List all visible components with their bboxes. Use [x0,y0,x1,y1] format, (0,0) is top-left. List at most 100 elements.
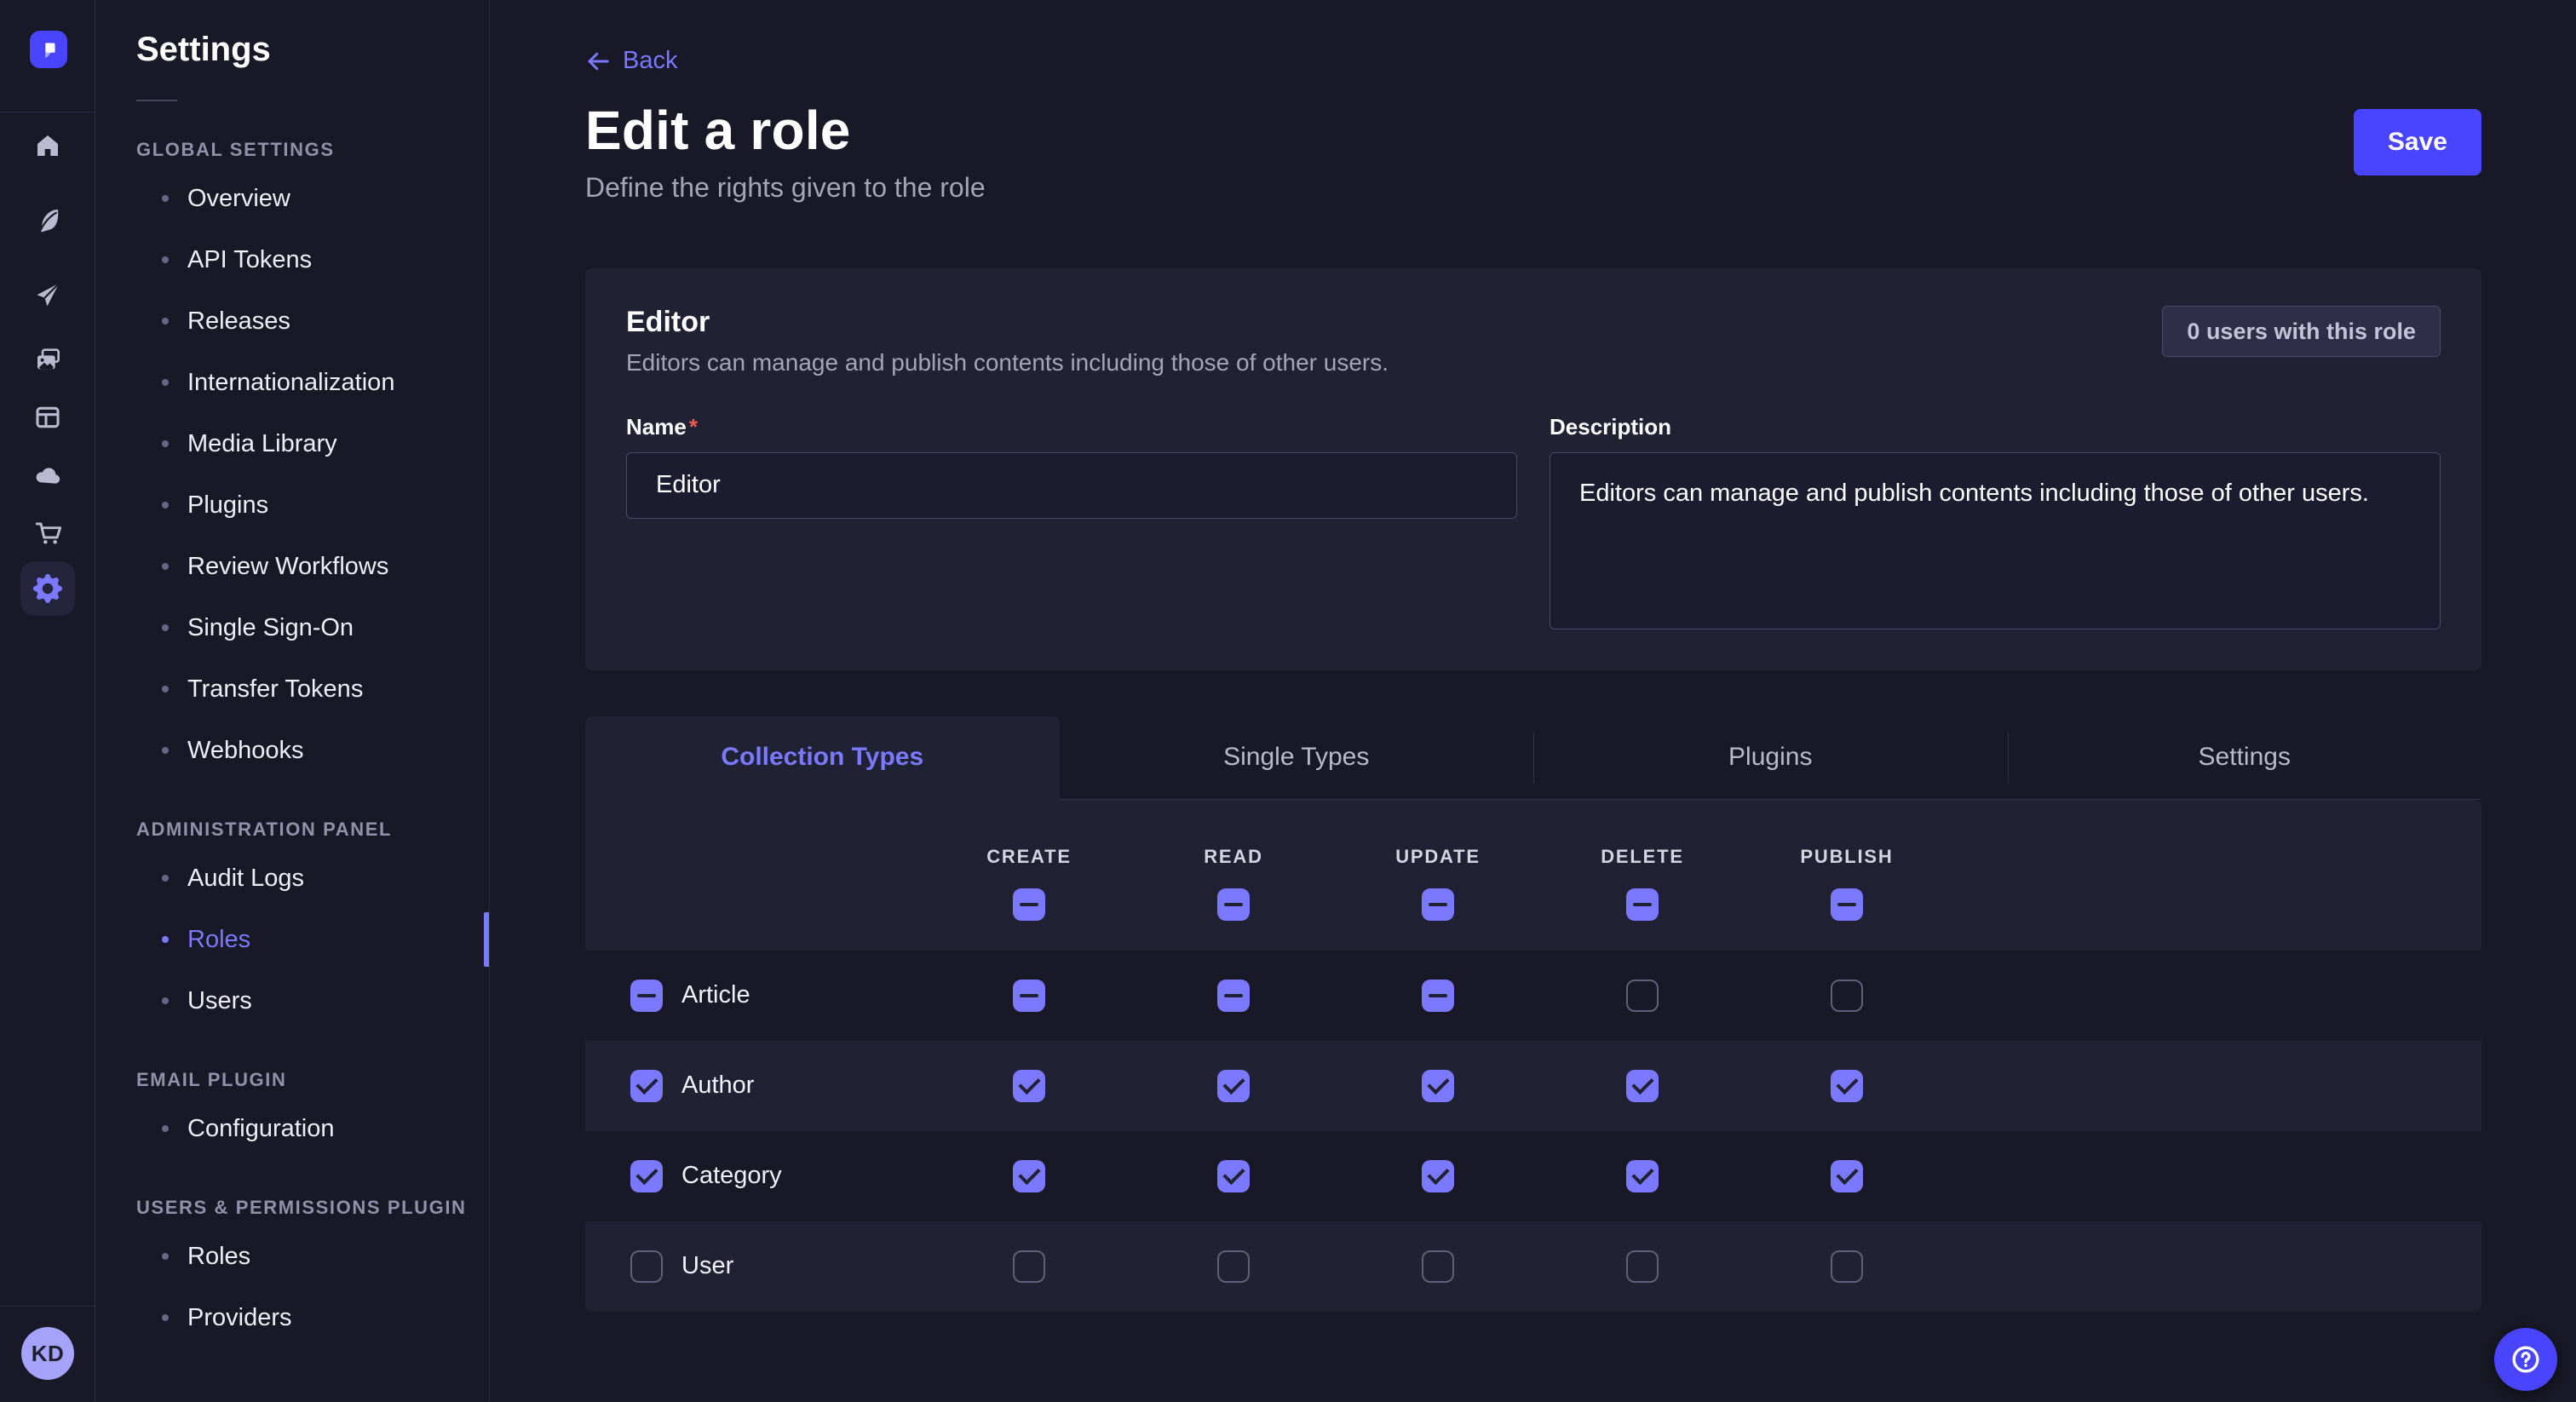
section-label-users-permissions-plugin: USERS & PERMISSIONS PLUGIN [136,1197,489,1219]
article-update-checkbox[interactable] [1422,980,1454,1012]
sidebar-item-roles-admin[interactable]: Roles [95,909,489,970]
back-arrow-icon [585,49,611,74]
strapi-logo[interactable] [30,31,67,68]
sidebar-item-single-sign-on[interactable]: Single Sign-On [95,597,489,658]
sidebar-item-label: API Tokens [187,246,312,274]
table-row-author: Author [585,1041,2481,1131]
settings-gear-icon[interactable] [20,561,75,616]
bullet-icon [162,997,169,1004]
description-field-label: Description [1550,414,1671,440]
table-row-category: Category [585,1131,2481,1221]
sidebar-item-label: Plugins [187,491,268,520]
article-publish-checkbox[interactable] [1831,980,1863,1012]
bullet-icon [162,379,169,386]
bullet-icon [162,502,169,509]
permissions-tabs: Collection Types Single Types Plugins Se… [585,716,2481,800]
back-link[interactable]: Back [585,47,677,75]
sidebar-item-internationalization[interactable]: Internationalization [95,352,489,413]
cloud-icon[interactable] [33,460,62,489]
user-publish-checkbox[interactable] [1831,1250,1863,1283]
category-publish-checkbox[interactable] [1831,1160,1863,1192]
row-select-checkbox[interactable] [630,980,663,1012]
help-button[interactable] [2494,1328,2557,1391]
users-with-role-badge[interactable]: 0 users with this role [2162,306,2441,357]
author-read-checkbox[interactable] [1217,1070,1250,1102]
category-create-checkbox[interactable] [1013,1160,1045,1192]
content-manager-feather-icon[interactable] [33,205,62,234]
sidebar-item-label: Webhooks [187,737,304,765]
article-create-checkbox[interactable] [1013,980,1045,1012]
home-icon[interactable] [33,131,62,160]
tab-single-types[interactable]: Single Types [1060,716,1534,800]
select-all-read-checkbox[interactable] [1217,888,1250,921]
sidebar-item-configuration[interactable]: Configuration [95,1098,489,1159]
role-description-text: Editors can manage and publish contents … [626,349,1389,376]
row-label: Category [681,1162,782,1190]
role-details-card: Editor Editors can manage and publish co… [585,268,2481,670]
user-update-checkbox[interactable] [1422,1250,1454,1283]
row-label: User [681,1252,733,1280]
sidebar-item-webhooks[interactable]: Webhooks [95,720,489,781]
select-all-publish-checkbox[interactable] [1831,888,1863,921]
column-label: UPDATE [1395,846,1481,868]
save-button[interactable]: Save [2354,109,2481,175]
column-publish: PUBLISH [1745,800,1949,951]
sidebar-item-providers[interactable]: Providers [95,1287,489,1348]
column-label: CREATE [986,846,1072,868]
settings-subnav: Settings GLOBAL SETTINGS Overview API To… [95,0,490,1402]
tab-collection-types[interactable]: Collection Types [585,716,1060,800]
media-library-icon[interactable] [33,345,62,374]
sidebar-item-audit-logs[interactable]: Audit Logs [95,848,489,909]
page-subtitle: Define the rights given to the role [585,172,986,204]
bullet-icon [162,875,169,882]
select-all-create-checkbox[interactable] [1013,888,1045,921]
column-read: READ [1131,800,1336,951]
sidebar-item-users[interactable]: Users [95,970,489,1031]
user-create-checkbox[interactable] [1013,1250,1045,1283]
app-root: KD Settings GLOBAL SETTINGS Overview API… [0,0,2576,1402]
table-row-user: User [585,1221,2481,1312]
author-delete-checkbox[interactable] [1626,1070,1659,1102]
sidebar-item-review-workflows[interactable]: Review Workflows [95,536,489,597]
send-plane-icon[interactable] [33,280,62,309]
user-delete-checkbox[interactable] [1626,1250,1659,1283]
select-all-delete-checkbox[interactable] [1626,888,1659,921]
sidebar-item-media-library[interactable]: Media Library [95,413,489,474]
article-read-checkbox[interactable] [1217,980,1250,1012]
sidebar-item-plugins[interactable]: Plugins [95,474,489,536]
role-head-text: Editor Editors can manage and publish co… [626,306,1389,376]
article-delete-checkbox[interactable] [1626,980,1659,1012]
sidebar-item-releases[interactable]: Releases [95,290,489,352]
sidebar-item-label: Users [187,987,252,1015]
main-nav-rail: KD [0,0,95,1402]
tab-plugins[interactable]: Plugins [1533,716,2008,800]
tab-settings[interactable]: Settings [2008,716,2482,800]
name-field-group: Name* [626,414,1517,629]
author-create-checkbox[interactable] [1013,1070,1045,1102]
select-all-update-checkbox[interactable] [1422,888,1454,921]
role-description-input[interactable]: Editors can manage and publish contents … [1550,452,2441,629]
category-delete-checkbox[interactable] [1626,1160,1659,1192]
category-read-checkbox[interactable] [1217,1160,1250,1192]
rail-divider [0,1306,95,1307]
bullet-icon [162,686,169,692]
sidebar-item-overview[interactable]: Overview [95,168,489,229]
author-update-checkbox[interactable] [1422,1070,1454,1102]
sidebar-item-roles-up[interactable]: Roles [95,1226,489,1287]
user-read-checkbox[interactable] [1217,1250,1250,1283]
sidebar-item-transfer-tokens[interactable]: Transfer Tokens [95,658,489,720]
marketplace-cart-icon[interactable] [33,518,62,547]
author-publish-checkbox[interactable] [1831,1070,1863,1102]
sidebar-item-api-tokens[interactable]: API Tokens [95,229,489,290]
bullet-icon [162,624,169,631]
content-type-builder-icon[interactable] [33,403,62,432]
sidebar-item-label: Roles [187,1243,250,1271]
row-select-checkbox[interactable] [630,1250,663,1283]
row-select-checkbox[interactable] [630,1160,663,1192]
bullet-icon [162,936,169,943]
column-label: DELETE [1601,846,1684,868]
avatar[interactable]: KD [21,1327,74,1380]
row-select-checkbox[interactable] [630,1070,663,1102]
category-update-checkbox[interactable] [1422,1160,1454,1192]
role-name-input[interactable] [626,452,1517,519]
